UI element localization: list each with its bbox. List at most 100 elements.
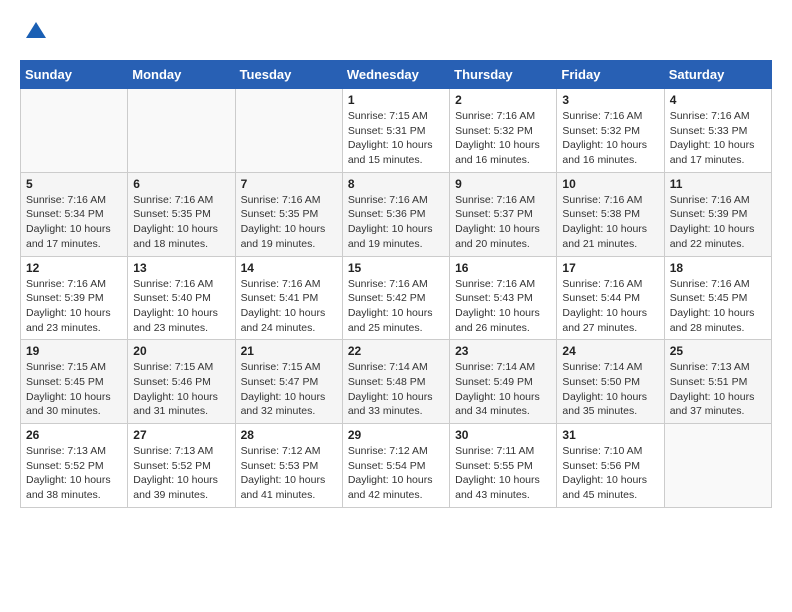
calendar-cell: 29 Sunrise: 7:12 AM Sunset: 5:54 PM Dayli… [342,424,449,508]
day-info: Sunrise: 7:16 AM Sunset: 5:35 PM Dayligh… [133,193,229,252]
day-number: 9 [455,177,551,191]
calendar-cell [664,424,771,508]
day-info: Sunrise: 7:16 AM Sunset: 5:35 PM Dayligh… [241,193,337,252]
day-number: 1 [348,93,444,107]
day-number: 30 [455,428,551,442]
calendar-cell: 2 Sunrise: 7:16 AM Sunset: 5:32 PM Daylig… [450,89,557,173]
column-header-thursday: Thursday [450,61,557,89]
day-number: 23 [455,344,551,358]
day-info: Sunrise: 7:16 AM Sunset: 5:39 PM Dayligh… [26,277,122,336]
calendar-cell: 4 Sunrise: 7:16 AM Sunset: 5:33 PM Daylig… [664,89,771,173]
day-number: 20 [133,344,229,358]
day-number: 4 [670,93,766,107]
day-info: Sunrise: 7:15 AM Sunset: 5:47 PM Dayligh… [241,360,337,419]
calendar-cell: 22 Sunrise: 7:14 AM Sunset: 5:48 PM Dayli… [342,340,449,424]
day-number: 15 [348,261,444,275]
calendar-cell: 16 Sunrise: 7:16 AM Sunset: 5:43 PM Dayli… [450,256,557,340]
day-info: Sunrise: 7:16 AM Sunset: 5:41 PM Dayligh… [241,277,337,336]
day-info: Sunrise: 7:16 AM Sunset: 5:43 PM Dayligh… [455,277,551,336]
calendar-cell: 23 Sunrise: 7:14 AM Sunset: 5:49 PM Dayli… [450,340,557,424]
day-number: 22 [348,344,444,358]
day-info: Sunrise: 7:16 AM Sunset: 5:32 PM Dayligh… [455,109,551,168]
day-info: Sunrise: 7:16 AM Sunset: 5:36 PM Dayligh… [348,193,444,252]
day-number: 29 [348,428,444,442]
day-info: Sunrise: 7:16 AM Sunset: 5:38 PM Dayligh… [562,193,658,252]
day-info: Sunrise: 7:12 AM Sunset: 5:53 PM Dayligh… [241,444,337,503]
day-number: 21 [241,344,337,358]
day-info: Sunrise: 7:16 AM Sunset: 5:34 PM Dayligh… [26,193,122,252]
column-header-saturday: Saturday [664,61,771,89]
calendar-cell: 24Sunrise: 7:14 AM Sunset: 5:50 PM Dayli… [557,340,664,424]
calendar-cell: 25Sunrise: 7:13 AM Sunset: 5:51 PM Dayli… [664,340,771,424]
calendar-cell: 5 Sunrise: 7:16 AM Sunset: 5:34 PM Daylig… [21,172,128,256]
day-number: 8 [348,177,444,191]
calendar-cell: 11 Sunrise: 7:16 AM Sunset: 5:39 PM Dayli… [664,172,771,256]
calendar-cell: 15 Sunrise: 7:16 AM Sunset: 5:42 PM Dayli… [342,256,449,340]
day-info: Sunrise: 7:12 AM Sunset: 5:54 PM Dayligh… [348,444,444,503]
day-number: 12 [26,261,122,275]
day-number: 13 [133,261,229,275]
day-info: Sunrise: 7:16 AM Sunset: 5:44 PM Dayligh… [562,277,658,336]
calendar-cell: 18Sunrise: 7:16 AM Sunset: 5:45 PM Dayli… [664,256,771,340]
day-info: Sunrise: 7:16 AM Sunset: 5:37 PM Dayligh… [455,193,551,252]
day-number: 7 [241,177,337,191]
day-number: 6 [133,177,229,191]
calendar-cell: 30Sunrise: 7:11 AM Sunset: 5:55 PM Dayli… [450,424,557,508]
day-info: Sunrise: 7:16 AM Sunset: 5:39 PM Dayligh… [670,193,766,252]
column-header-tuesday: Tuesday [235,61,342,89]
calendar-cell: 12 Sunrise: 7:16 AM Sunset: 5:39 PM Dayli… [21,256,128,340]
week-row-4: 19Sunrise: 7:15 AM Sunset: 5:45 PM Dayli… [21,340,772,424]
column-header-friday: Friday [557,61,664,89]
day-number: 16 [455,261,551,275]
day-number: 25 [670,344,766,358]
calendar-cell [21,89,128,173]
week-row-3: 12 Sunrise: 7:16 AM Sunset: 5:39 PM Dayli… [21,256,772,340]
day-number: 11 [670,177,766,191]
calendar-cell: 17 Sunrise: 7:16 AM Sunset: 5:44 PM Dayli… [557,256,664,340]
day-info: Sunrise: 7:13 AM Sunset: 5:52 PM Dayligh… [26,444,122,503]
calendar-cell: 6 Sunrise: 7:16 AM Sunset: 5:35 PM Daylig… [128,172,235,256]
week-row-1: 1 Sunrise: 7:15 AM Sunset: 5:31 PM Daylig… [21,89,772,173]
day-info: Sunrise: 7:16 AM Sunset: 5:45 PM Dayligh… [670,277,766,336]
day-number: 24 [562,344,658,358]
day-info: Sunrise: 7:14 AM Sunset: 5:48 PM Dayligh… [348,360,444,419]
calendar-cell: 31Sunrise: 7:10 AM Sunset: 5:56 PM Dayli… [557,424,664,508]
day-number: 2 [455,93,551,107]
calendar-cell: 19Sunrise: 7:15 AM Sunset: 5:45 PM Dayli… [21,340,128,424]
calendar-cell: 1 Sunrise: 7:15 AM Sunset: 5:31 PM Daylig… [342,89,449,173]
day-number: 19 [26,344,122,358]
calendar-cell [128,89,235,173]
day-info: Sunrise: 7:16 AM Sunset: 5:42 PM Dayligh… [348,277,444,336]
column-header-wednesday: Wednesday [342,61,449,89]
calendar-cell: 28 Sunrise: 7:12 AM Sunset: 5:53 PM Dayli… [235,424,342,508]
calendar-cell: 26Sunrise: 7:13 AM Sunset: 5:52 PM Dayli… [21,424,128,508]
week-row-2: 5 Sunrise: 7:16 AM Sunset: 5:34 PM Daylig… [21,172,772,256]
day-info: Sunrise: 7:16 AM Sunset: 5:33 PM Dayligh… [670,109,766,168]
calendar-cell: 14 Sunrise: 7:16 AM Sunset: 5:41 PM Dayli… [235,256,342,340]
calendar-cell: 10 Sunrise: 7:16 AM Sunset: 5:38 PM Dayli… [557,172,664,256]
calendar-cell: 20 Sunrise: 7:15 AM Sunset: 5:46 PM Dayli… [128,340,235,424]
day-number: 3 [562,93,658,107]
logo [20,20,48,44]
day-info: Sunrise: 7:15 AM Sunset: 5:46 PM Dayligh… [133,360,229,419]
week-row-5: 26Sunrise: 7:13 AM Sunset: 5:52 PM Dayli… [21,424,772,508]
calendar-cell [235,89,342,173]
day-number: 27 [133,428,229,442]
day-info: Sunrise: 7:13 AM Sunset: 5:52 PM Dayligh… [133,444,229,503]
day-number: 10 [562,177,658,191]
calendar-cell: 13 Sunrise: 7:16 AM Sunset: 5:40 PM Dayli… [128,256,235,340]
day-number: 17 [562,261,658,275]
page-header [20,20,772,44]
day-info: Sunrise: 7:16 AM Sunset: 5:40 PM Dayligh… [133,277,229,336]
calendar-cell: 3Sunrise: 7:16 AM Sunset: 5:32 PM Daylig… [557,89,664,173]
day-info: Sunrise: 7:14 AM Sunset: 5:49 PM Dayligh… [455,360,551,419]
header-row: SundayMondayTuesdayWednesdayThursdayFrid… [21,61,772,89]
day-info: Sunrise: 7:15 AM Sunset: 5:31 PM Dayligh… [348,109,444,168]
calendar-cell: 9 Sunrise: 7:16 AM Sunset: 5:37 PM Daylig… [450,172,557,256]
logo-icon [24,20,48,44]
calendar-table: SundayMondayTuesdayWednesdayThursdayFrid… [20,60,772,508]
day-number: 5 [26,177,122,191]
day-number: 14 [241,261,337,275]
calendar-cell: 27 Sunrise: 7:13 AM Sunset: 5:52 PM Dayli… [128,424,235,508]
day-number: 28 [241,428,337,442]
